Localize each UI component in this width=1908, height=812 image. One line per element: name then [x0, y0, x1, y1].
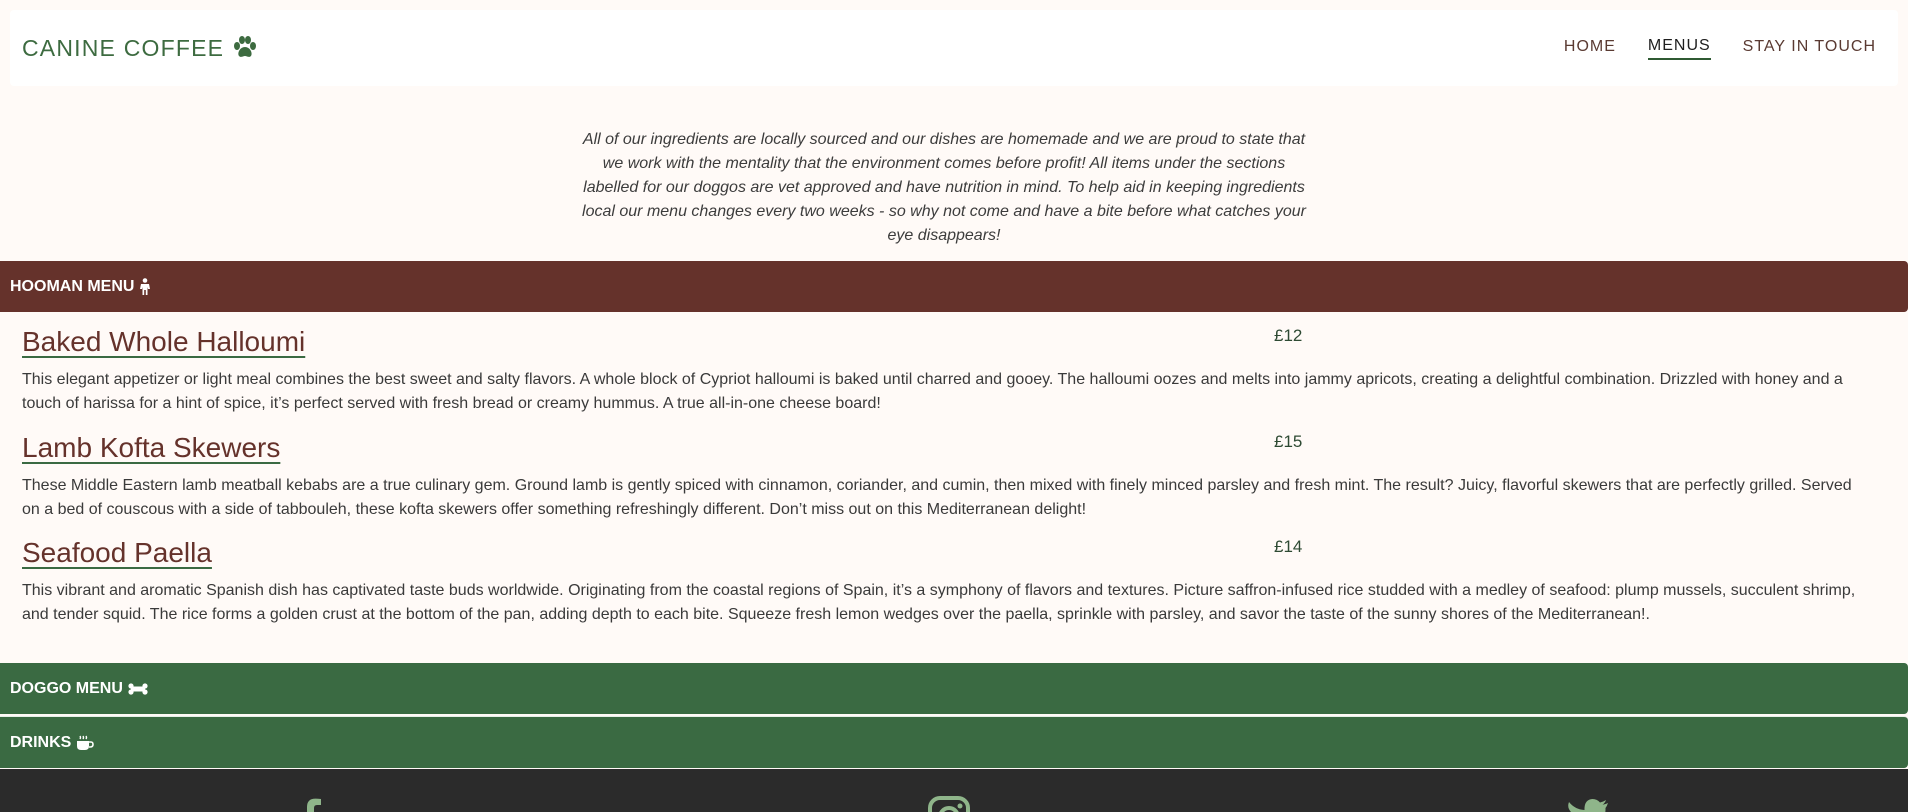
twitter-icon[interactable]: [1566, 795, 1610, 812]
menu-item: Baked Whole Halloumi £12 This elegant ap…: [22, 326, 1892, 416]
doggo-menu-label: DOGGO MENU: [10, 679, 123, 697]
menu-item-title[interactable]: Lamb Kofta Skewers: [22, 432, 280, 464]
instagram-icon[interactable]: [927, 795, 971, 812]
brand-name[interactable]: CANINE COFFEE: [22, 35, 224, 62]
brand[interactable]: CANINE COFFEE: [22, 35, 258, 62]
drinks-menu-toggle[interactable]: DRINKS: [0, 716, 1908, 768]
nav-home[interactable]: HOME: [1564, 38, 1616, 59]
main-nav: HOME MENUS STAY IN TOUCH: [1564, 37, 1876, 60]
hooman-menu-toggle[interactable]: HOOMAN MENU: [0, 261, 1908, 312]
menu-item-description: These Middle Eastern lamb meatball kebab…: [22, 477, 1852, 518]
menu-item-price: £12: [1274, 326, 1303, 345]
coffee-cup-icon: [77, 735, 95, 750]
menu-item: Seafood Paella £14 This vibrant and arom…: [22, 537, 1892, 627]
menu-item: Lamb Kofta Skewers £15 These Middle East…: [22, 432, 1892, 522]
paw-icon: [232, 35, 258, 61]
nav-menus[interactable]: MENUS: [1647, 37, 1711, 60]
menu-item-description: This vibrant and aromatic Spanish dish h…: [22, 582, 1856, 623]
menu-item-title[interactable]: Seafood Paella: [22, 537, 212, 569]
bone-icon: [128, 682, 148, 695]
hooman-menu-label: HOOMAN MENU: [10, 277, 135, 295]
menu-item-price: £14: [1274, 537, 1303, 556]
facebook-icon[interactable]: [290, 795, 334, 812]
doggo-menu-toggle[interactable]: DOGGO MENU: [0, 663, 1908, 714]
menu-item-price: £15: [1274, 432, 1303, 451]
menu-item-title[interactable]: Baked Whole Halloumi: [22, 326, 305, 358]
menu-item-description: This elegant appetizer or light meal com…: [22, 371, 1843, 412]
nav-stay-in-touch[interactable]: STAY IN TOUCH: [1743, 38, 1876, 59]
intro-text: All of our ingredients are locally sourc…: [582, 131, 1306, 244]
site-header: CANINE COFFEE HOME MENUS STAY IN TOUCH: [10, 10, 1898, 86]
drinks-menu-label: DRINKS: [10, 733, 72, 751]
person-icon: [140, 277, 151, 295]
site-footer: [0, 769, 1908, 812]
